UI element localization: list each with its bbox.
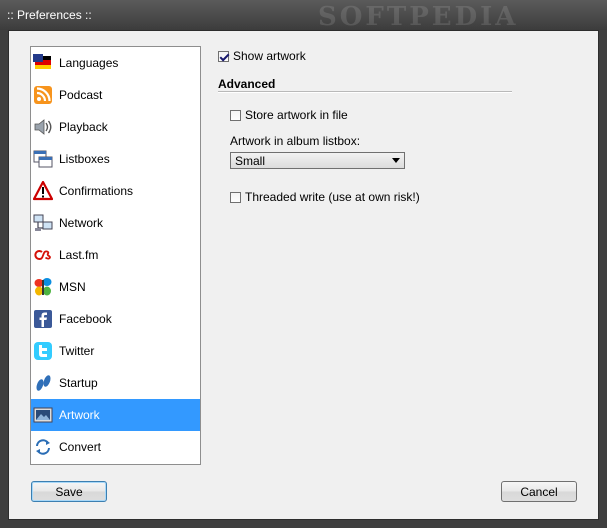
album-listbox-size-value: Small [235, 153, 266, 168]
facebook-icon [34, 310, 52, 328]
nav-item-playback[interactable]: Playback [31, 111, 200, 143]
convert-icon [36, 439, 50, 455]
nav-label: Facebook [59, 312, 112, 326]
chevron-down-icon [392, 158, 400, 163]
lastfm-icon [34, 250, 51, 260]
nav-label: Network [59, 216, 104, 230]
nav-item-startup[interactable]: Startup [31, 367, 200, 399]
nav-label: Languages [59, 56, 119, 70]
artwork-settings-panel: Show artwork Advanced Store artwork in f… [218, 46, 588, 246]
network-icon [33, 214, 53, 231]
save-button[interactable]: Save [31, 481, 107, 502]
store-artwork-row[interactable]: Store artwork in file [230, 108, 348, 122]
nav-label: MSN [59, 280, 86, 294]
threaded-write-label: Threaded write (use at own risk!) [245, 190, 420, 204]
nav-label: Confirmations [59, 184, 134, 198]
show-artwork-label: Show artwork [233, 49, 306, 63]
show-artwork-row[interactable]: Show artwork [218, 49, 306, 63]
nav-item-twitter[interactable]: Twitter [31, 335, 200, 367]
nav-item-languages[interactable]: Languages [31, 47, 200, 79]
threaded-write-checkbox[interactable] [230, 191, 241, 203]
advanced-section-title: Advanced [218, 77, 276, 91]
nav-item-convert[interactable]: Convert [31, 431, 200, 463]
preferences-body: Languages Podcast Playback Listboxes Con… [8, 30, 599, 520]
show-artwork-checkbox[interactable] [218, 50, 229, 62]
store-artwork-checkbox[interactable] [230, 109, 241, 121]
category-list[interactable]: Languages Podcast Playback Listboxes Con… [30, 46, 201, 465]
album-listbox-label: Artwork in album listbox: [230, 134, 361, 148]
nav-label: Playback [59, 120, 108, 134]
nav-item-msn[interactable]: MSN [31, 271, 200, 303]
nav-item-network[interactable]: Network [31, 207, 200, 239]
cancel-button[interactable]: Cancel [501, 481, 577, 502]
title-bar[interactable]: :: Preferences :: SOFTPEDIA [0, 0, 607, 32]
artwork-icon [33, 407, 53, 423]
flag-icon [33, 54, 51, 69]
nav-label: Artwork [59, 408, 100, 422]
nav-item-confirmations[interactable]: Confirmations [31, 175, 200, 207]
store-artwork-label: Store artwork in file [245, 108, 348, 122]
speaker-icon [34, 119, 52, 135]
warning-icon [33, 181, 53, 201]
nav-label: Twitter [59, 344, 95, 358]
watermark: SOFTPEDIA [318, 2, 519, 32]
nav-label: Last.fm [59, 248, 99, 262]
nav-item-facebook[interactable]: Facebook [31, 303, 200, 335]
nav-item-artwork[interactable]: Artwork [31, 399, 200, 431]
preferences-window: :: Preferences :: SOFTPEDIA Languages Po… [0, 0, 607, 528]
rss-icon [34, 86, 52, 104]
threaded-write-row[interactable]: Threaded write (use at own risk!) [230, 190, 420, 204]
nav-label: Startup [59, 376, 98, 390]
album-listbox-size-select[interactable]: Small [230, 152, 405, 169]
nav-label: Listboxes [59, 152, 110, 166]
nav-item-podcast[interactable]: Podcast [31, 79, 200, 111]
nav-label: Podcast [59, 88, 103, 102]
listbox-icon [33, 150, 53, 168]
msn-butterfly-icon [34, 278, 52, 296]
section-divider [218, 91, 512, 93]
twitter-icon [34, 342, 52, 360]
nav-item-lastfm[interactable]: Last.fm [31, 239, 200, 271]
nav-item-listboxes[interactable]: Listboxes [31, 143, 200, 175]
nav-label: Convert [59, 440, 102, 454]
window-title: :: Preferences :: [7, 8, 92, 22]
footprints-icon [36, 375, 51, 391]
